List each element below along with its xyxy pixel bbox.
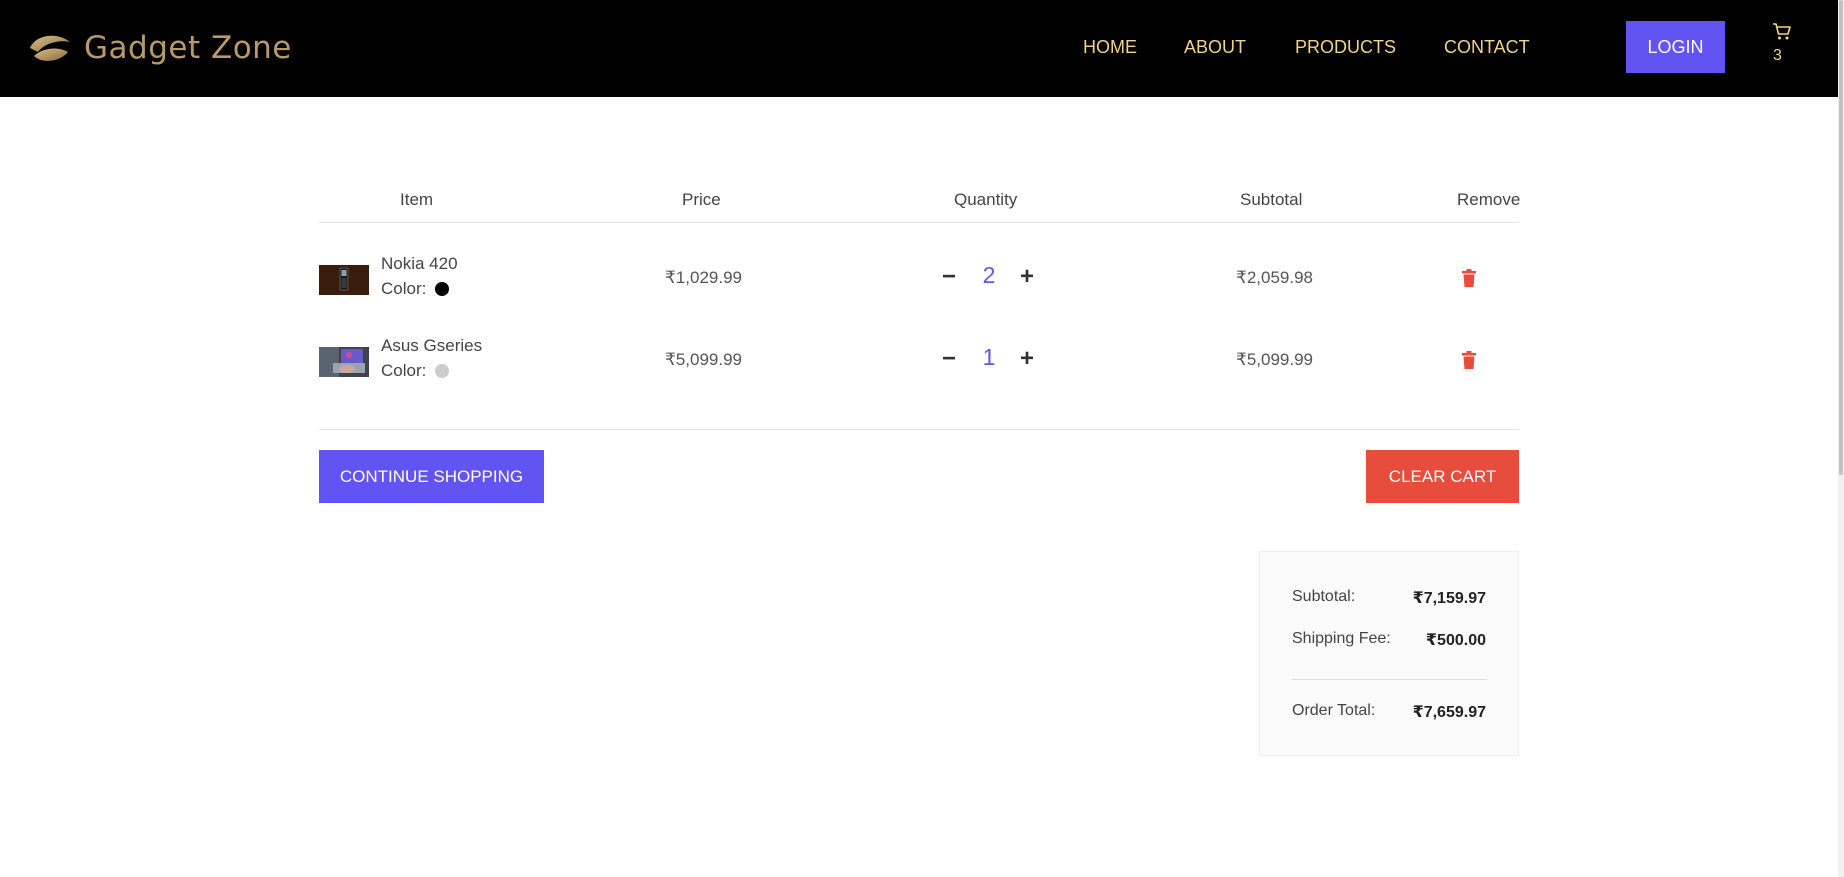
rows-divider [319,429,1519,430]
page-scrollbar[interactable] [1838,0,1844,877]
color-swatch [435,364,450,378]
product-name: Asus Gseries [381,336,483,355]
order-total-value: ₹7,659.97 [1412,704,1486,721]
col-header-item: Item [400,190,434,209]
summary-divider [1292,679,1487,680]
shipping-fee-value: ₹500.00 [1425,632,1486,649]
shipping-fee-label: Shipping Fee: [1292,630,1391,647]
increase-quantity-button[interactable]: + [1014,263,1040,290]
cart-count: 3 [1773,47,1782,64]
quantity-value: 1 [982,344,996,370]
quantity-value: 2 [982,262,996,288]
nav-about-link[interactable]: ABOUT [1184,37,1246,58]
navbar: Gadget Zone HOME ABOUT PRODUCTS CONTACT … [0,0,1838,97]
product-thumbnail [319,347,369,377]
cart-button[interactable]: 3 [1770,22,1794,66]
nav-home-link[interactable]: HOME [1083,37,1137,58]
order-summary: Subtotal: ₹7,159.97 Shipping Fee: ₹500.0… [1259,551,1519,756]
product-color: Color: [381,279,450,299]
cart-icon [1773,23,1791,40]
increase-quantity-button[interactable]: + [1014,345,1040,372]
brand-name: Gadget Zone [84,30,292,66]
decrease-quantity-button[interactable]: − [936,263,962,290]
product-subtotal: ₹5,099.99 [1236,350,1313,369]
scrollbar-thumb[interactable] [1839,0,1843,475]
header-divider [319,222,1519,223]
brand-logo[interactable]: Gadget Zone [28,28,292,68]
product-price: ₹5,099.99 [665,350,742,369]
col-header-price: Price [682,190,721,209]
col-header-subtotal: Subtotal [1240,190,1303,209]
login-button[interactable]: LOGIN [1626,21,1725,73]
clear-cart-button[interactable]: CLEAR CART [1366,450,1519,503]
nav-contact-link[interactable]: CONTACT [1444,37,1530,58]
col-header-remove: Remove [1457,190,1521,209]
product-thumbnail [319,265,369,295]
color-swatch [435,282,450,296]
nav-products-link[interactable]: PRODUCTS [1295,37,1396,58]
color-label: Color: [381,361,427,380]
cart-row: Asus Gseries Color: ₹5,099.99 − 1 + ₹5,0… [319,334,1519,390]
product-subtotal: ₹2,059.98 [1236,268,1313,287]
continue-shopping-button[interactable]: CONTINUE SHOPPING [319,450,544,503]
trash-icon[interactable] [1460,268,1478,288]
cart-row: Nokia 420 Color: ₹1,029.99 − 2 + ₹2,059.… [319,252,1519,308]
decrease-quantity-button[interactable]: − [936,345,962,372]
product-color: Color: [381,361,450,381]
product-name: Nokia 420 [381,254,458,273]
product-price: ₹1,029.99 [665,268,742,287]
subtotal-label: Subtotal: [1292,588,1356,605]
col-header-quantity: Quantity [954,190,1018,209]
subtotal-value: ₹7,159.97 [1412,590,1486,607]
leaf-icon [30,35,70,61]
color-label: Color: [381,279,427,298]
order-total-label: Order Total: [1292,702,1376,719]
trash-icon[interactable] [1460,350,1478,370]
